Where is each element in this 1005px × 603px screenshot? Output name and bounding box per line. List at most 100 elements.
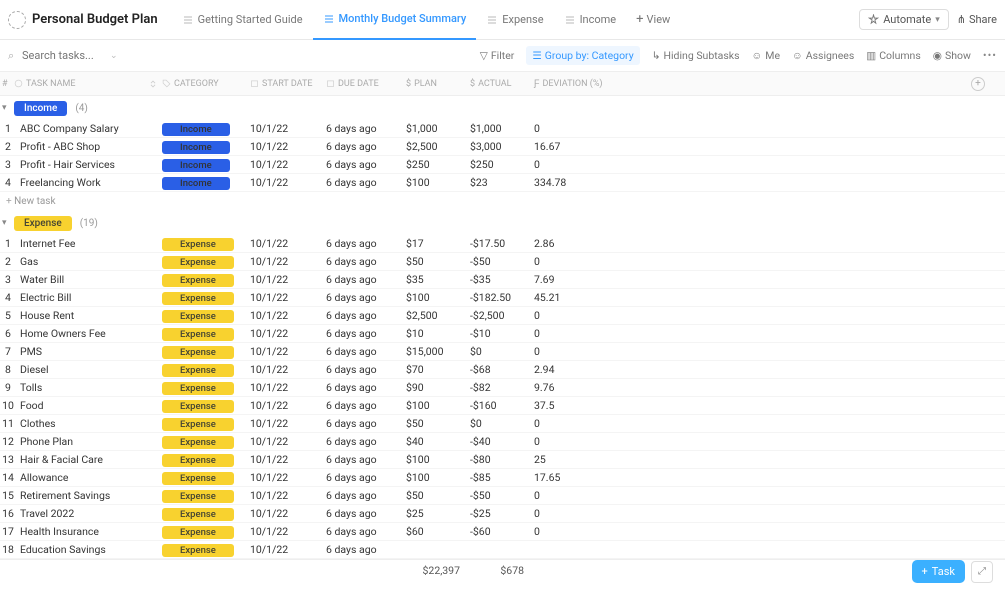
task-name-cell[interactable]: Allowance (14, 471, 162, 484)
deviation-cell[interactable]: 0 (534, 525, 622, 538)
deviation-cell[interactable]: 25 (534, 453, 622, 466)
plan-cell[interactable]: $50 (406, 417, 470, 430)
category-cell[interactable]: Expense (162, 471, 250, 485)
due-date-cell[interactable]: 6 days ago (326, 381, 406, 394)
actual-cell[interactable]: $0 (470, 345, 534, 358)
task-name-cell[interactable]: Internet Fee (14, 237, 162, 250)
table-row[interactable]: 12Phone PlanExpense10/1/226 days ago$40-… (0, 433, 1005, 451)
actual-cell[interactable]: -$35 (470, 273, 534, 286)
deviation-cell[interactable]: 0 (534, 417, 622, 430)
due-date-cell[interactable]: 6 days ago (326, 453, 406, 466)
col-name-header[interactable]: TASK NAME (14, 79, 162, 89)
task-name-cell[interactable]: PMS (14, 345, 162, 358)
category-cell[interactable]: Expense (162, 255, 250, 269)
due-date-cell[interactable]: 6 days ago (326, 176, 406, 189)
table-row[interactable]: 13Hair & Facial CareExpense10/1/226 days… (0, 451, 1005, 469)
chevron-down-icon[interactable]: ▾ (2, 218, 14, 228)
start-date-cell[interactable]: 10/1/22 (250, 381, 326, 394)
table-row[interactable]: 11ClothesExpense10/1/226 days ago$50$00 (0, 415, 1005, 433)
start-date-cell[interactable]: 10/1/22 (250, 327, 326, 340)
add-view-button[interactable]: +View (626, 0, 680, 40)
add-column-button[interactable]: + (971, 77, 985, 91)
start-date-cell[interactable]: 10/1/22 (250, 309, 326, 322)
task-name-cell[interactable]: Hair & Facial Care (14, 453, 162, 466)
deviation-cell[interactable]: 334.78 (534, 176, 622, 189)
table-row[interactable]: 4Electric BillExpense10/1/226 days ago$1… (0, 289, 1005, 307)
due-date-cell[interactable]: 6 days ago (326, 309, 406, 322)
plan-cell[interactable]: $100 (406, 176, 470, 189)
more-button[interactable]: ••• (983, 49, 997, 62)
category-cell[interactable]: Expense (162, 381, 250, 395)
start-date-cell[interactable]: 10/1/22 (250, 453, 326, 466)
due-date-cell[interactable]: 6 days ago (326, 140, 406, 153)
category-cell[interactable]: Expense (162, 327, 250, 341)
tab-getting-started-guide[interactable]: Getting Started Guide (172, 0, 313, 40)
deviation-cell[interactable]: 37.5 (534, 399, 622, 412)
task-name-cell[interactable]: Food (14, 399, 162, 412)
due-date-cell[interactable]: 6 days ago (326, 158, 406, 171)
search-input[interactable] (8, 49, 118, 62)
due-date-cell[interactable]: 6 days ago (326, 291, 406, 304)
start-date-cell[interactable]: 10/1/22 (250, 291, 326, 304)
table-row[interactable]: 2GasExpense10/1/226 days ago$50-$500 (0, 253, 1005, 271)
actual-cell[interactable]: -$17.50 (470, 237, 534, 250)
plan-cell[interactable]: $2,500 (406, 140, 470, 153)
category-cell[interactable]: Income (162, 140, 250, 154)
deviation-cell[interactable]: 0 (534, 309, 622, 322)
category-cell[interactable]: Income (162, 122, 250, 136)
plan-cell[interactable]: $2,500 (406, 309, 470, 322)
due-date-cell[interactable]: 6 days ago (326, 543, 406, 556)
actual-cell[interactable]: -$50 (470, 255, 534, 268)
deviation-cell[interactable]: 0 (534, 345, 622, 358)
task-name-cell[interactable]: Health Insurance (14, 525, 162, 538)
plan-cell[interactable]: $100 (406, 399, 470, 412)
group-header-income[interactable]: ▾Income(4) (0, 96, 1005, 120)
col-plan-header[interactable]: $ PLAN (406, 79, 470, 89)
plan-cell[interactable]: $25 (406, 507, 470, 520)
category-cell[interactable]: Expense (162, 291, 250, 305)
group-by-button[interactable]: ☰ Group by: Category (526, 46, 639, 65)
due-date-cell[interactable]: 6 days ago (326, 273, 406, 286)
deviation-cell[interactable]: 17.65 (534, 471, 622, 484)
start-date-cell[interactable]: 10/1/22 (250, 273, 326, 286)
task-name-cell[interactable]: Home Owners Fee (14, 327, 162, 340)
show-button[interactable]: ◉ Show (933, 49, 971, 62)
due-date-cell[interactable]: 6 days ago (326, 489, 406, 502)
start-date-cell[interactable]: 10/1/22 (250, 435, 326, 448)
deviation-cell[interactable]: 45.21 (534, 291, 622, 304)
sort-icon[interactable] (148, 79, 158, 89)
search-chevron-icon[interactable]: ⌄ (110, 51, 118, 61)
category-cell[interactable]: Expense (162, 435, 250, 449)
task-name-cell[interactable]: Education Savings (14, 543, 162, 556)
task-name-cell[interactable]: Electric Bill (14, 291, 162, 304)
actual-cell[interactable]: -$182.50 (470, 291, 534, 304)
assignees-button[interactable]: ☺ Assignees (792, 49, 854, 62)
plan-cell[interactable]: $70 (406, 363, 470, 376)
start-date-cell[interactable]: 10/1/22 (250, 122, 326, 135)
automate-button[interactable]: Automate ▾ (859, 9, 949, 30)
tab-expense[interactable]: Expense (476, 0, 553, 40)
table-row[interactable]: 7PMSExpense10/1/226 days ago$15,000$00 (0, 343, 1005, 361)
category-cell[interactable]: Expense (162, 489, 250, 503)
start-date-cell[interactable]: 10/1/22 (250, 525, 326, 538)
plan-cell[interactable]: $40 (406, 435, 470, 448)
plan-cell[interactable]: $100 (406, 291, 470, 304)
deviation-cell[interactable]: 2.86 (534, 237, 622, 250)
due-date-cell[interactable]: 6 days ago (326, 327, 406, 340)
plan-cell[interactable]: $90 (406, 381, 470, 394)
task-name-cell[interactable]: Profit - ABC Shop (14, 140, 162, 153)
due-date-cell[interactable]: 6 days ago (326, 471, 406, 484)
start-date-cell[interactable]: 10/1/22 (250, 345, 326, 358)
due-date-cell[interactable]: 6 days ago (326, 122, 406, 135)
due-date-cell[interactable]: 6 days ago (326, 363, 406, 376)
start-date-cell[interactable]: 10/1/22 (250, 417, 326, 430)
task-name-cell[interactable]: Clothes (14, 417, 162, 430)
category-cell[interactable]: Expense (162, 453, 250, 467)
actual-cell[interactable]: -$160 (470, 399, 534, 412)
actual-cell[interactable]: $23 (470, 176, 534, 189)
task-name-cell[interactable]: Retirement Savings (14, 489, 162, 502)
plan-cell[interactable]: $10 (406, 327, 470, 340)
table-row[interactable]: 3Profit - Hair ServicesIncome10/1/226 da… (0, 156, 1005, 174)
due-date-cell[interactable]: 6 days ago (326, 507, 406, 520)
col-idx-header[interactable]: # (0, 79, 14, 89)
